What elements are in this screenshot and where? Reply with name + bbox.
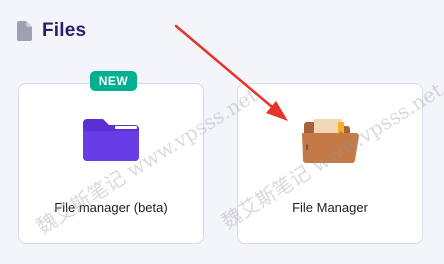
- files-header: Files: [17, 18, 86, 44]
- page-title: Files: [42, 20, 87, 41]
- file-manager-card[interactable]: File Manager: [237, 83, 423, 244]
- file-manager-beta-card[interactable]: File manager (beta): [18, 83, 204, 244]
- files-section: Files NEW File manager (beta) File Manag…: [0, 0, 444, 264]
- brown-folder-icon: [302, 119, 359, 163]
- new-badge: NEW: [90, 71, 137, 91]
- card-label: File manager (beta): [54, 200, 168, 215]
- card-label: File Manager: [292, 200, 368, 215]
- purple-folder-icon: [83, 119, 139, 161]
- file-icon: [17, 21, 32, 41]
